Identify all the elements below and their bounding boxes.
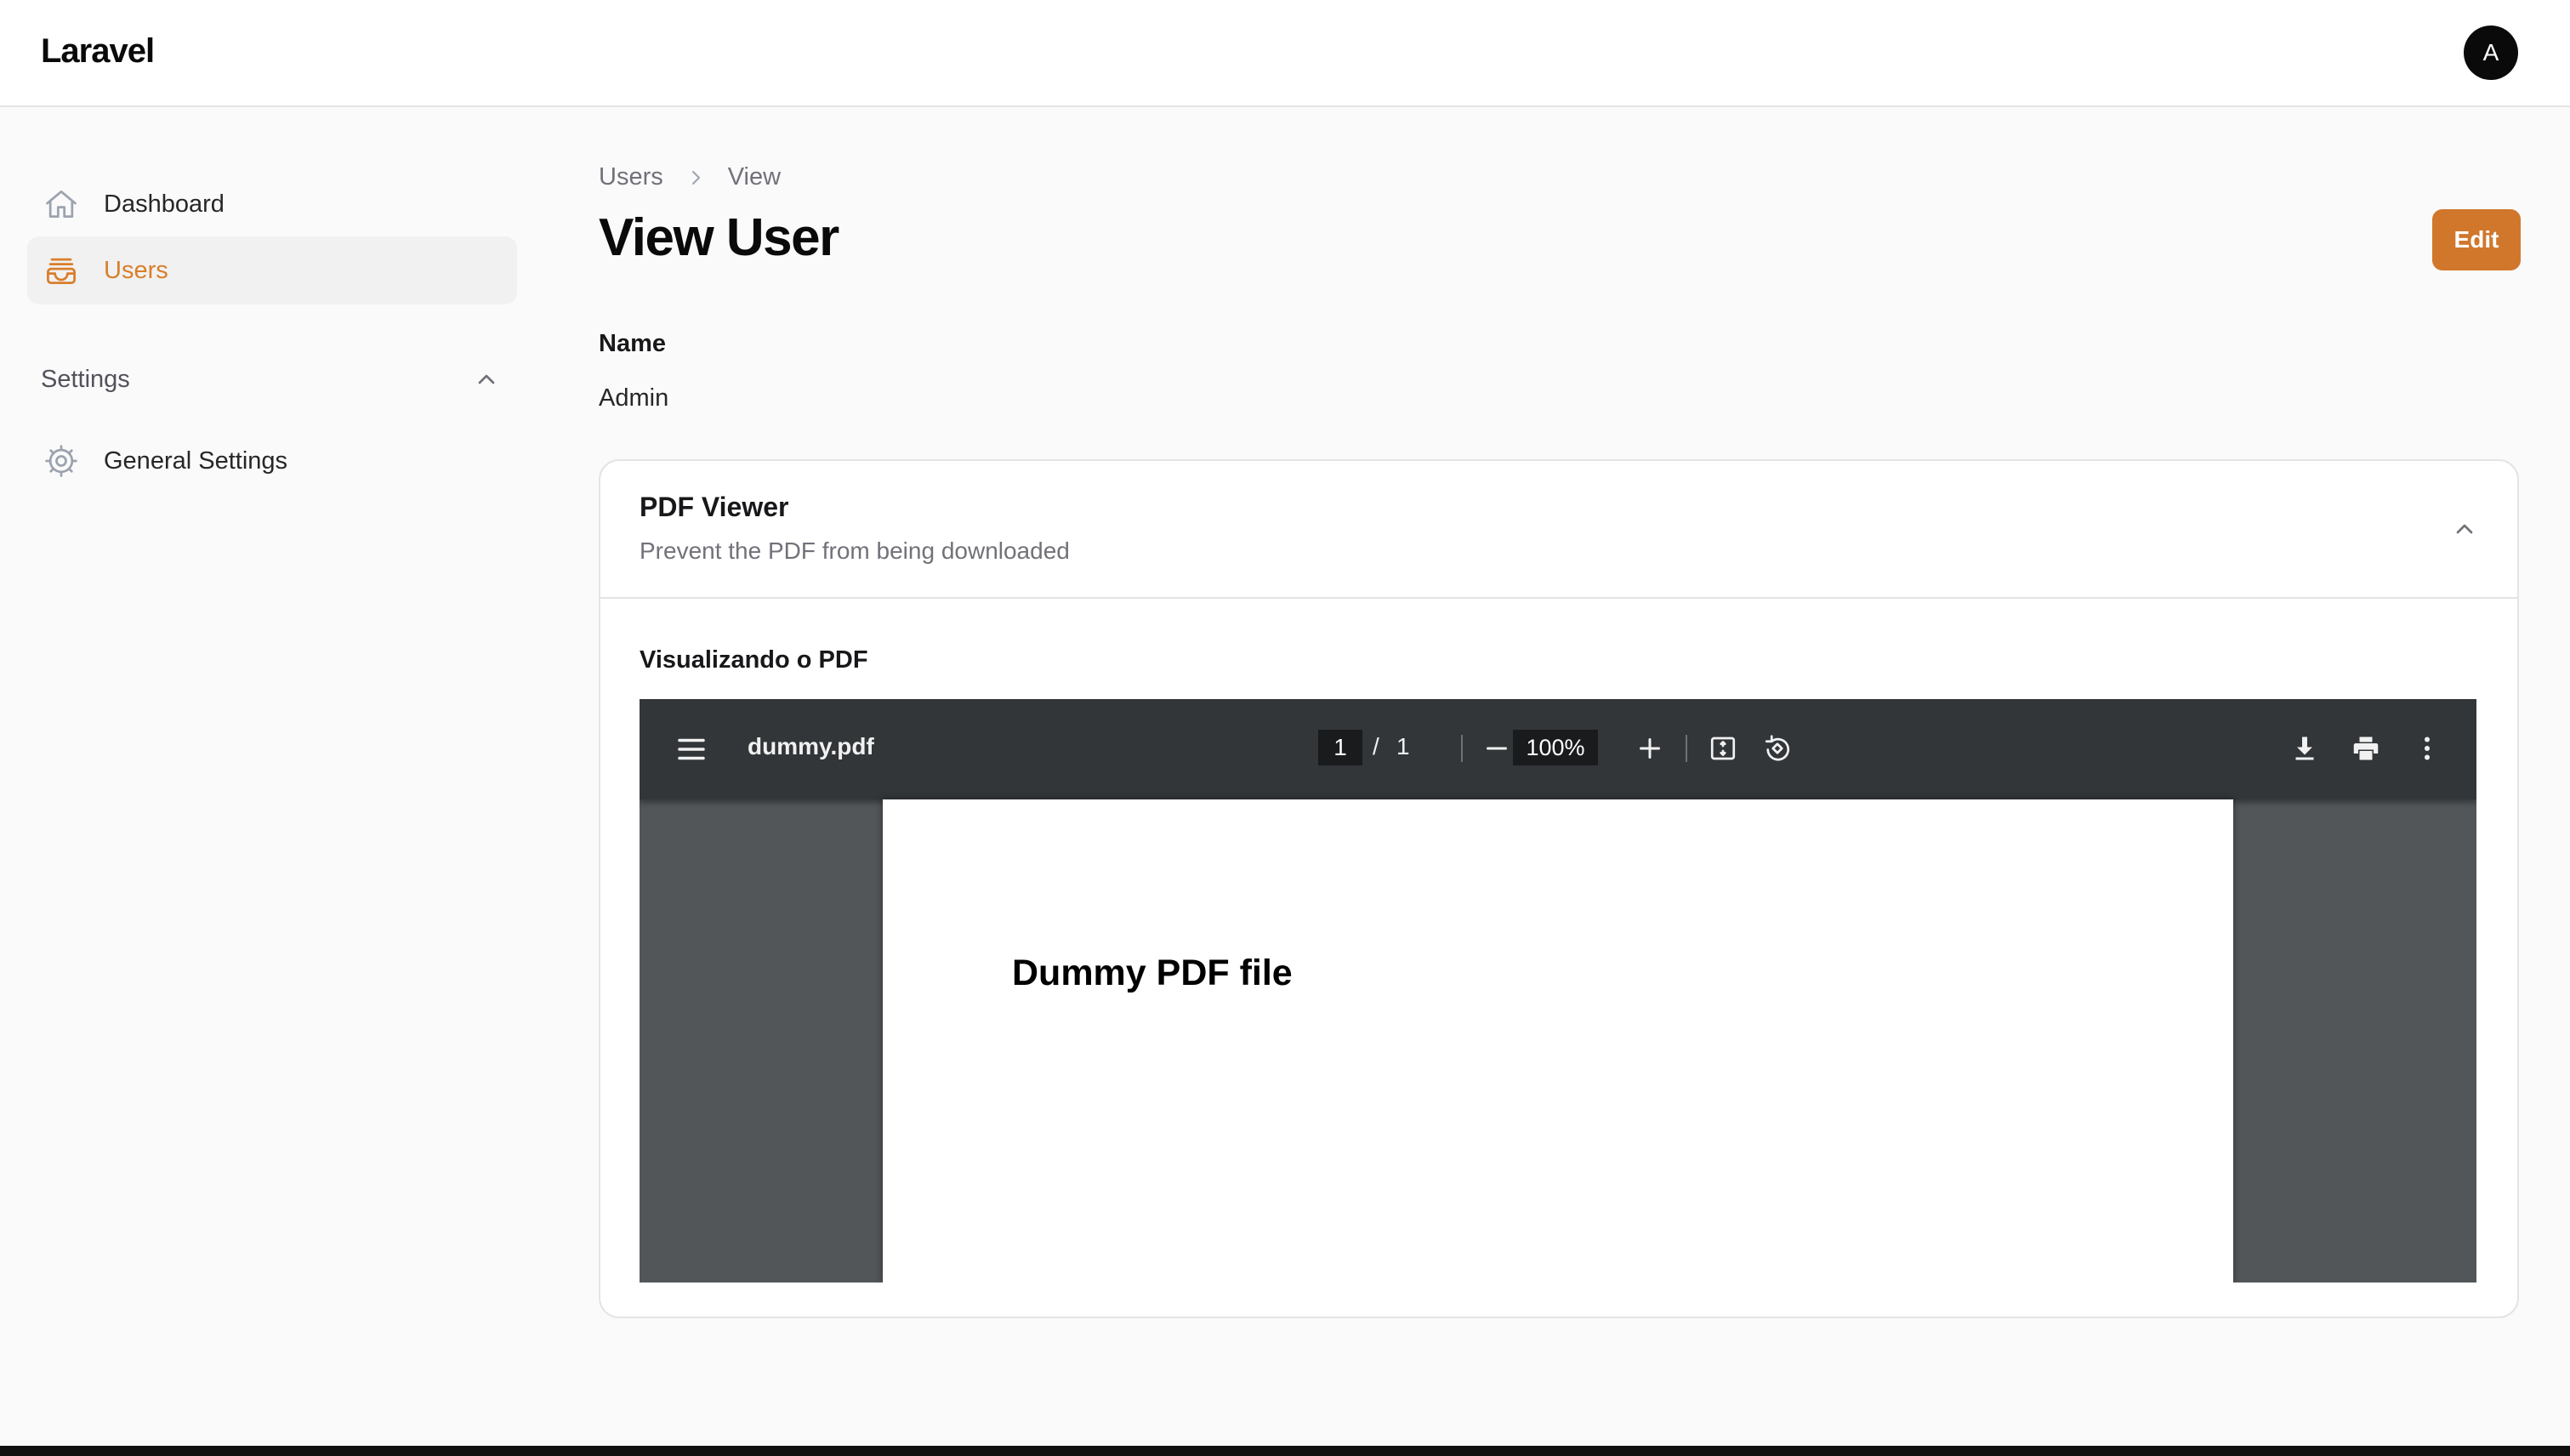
page-title: View User: [599, 208, 839, 267]
more-options-icon[interactable]: [2412, 733, 2442, 764]
cog-icon: [45, 445, 77, 477]
page-number-input[interactable]: [1318, 730, 1362, 765]
chevron-up-icon[interactable]: [473, 366, 500, 393]
field-name-label: Name: [599, 330, 666, 357]
edit-button[interactable]: Edit: [2432, 209, 2521, 270]
fit-to-page-icon[interactable]: [1708, 733, 1738, 764]
section-title: PDF Viewer: [640, 492, 789, 522]
pdf-toolbar: dummy.pdf / 1: [640, 699, 2476, 799]
sidebar-item-users[interactable]: Users: [27, 236, 517, 304]
page-separator: /: [1373, 733, 1379, 759]
page-total: 1: [1396, 733, 1410, 759]
download-icon[interactable]: [2289, 733, 2320, 764]
section-description: Prevent the PDF from being downloaded: [640, 537, 1070, 564]
toolbar-divider: [1461, 735, 1463, 762]
top-bar: Laravel A: [0, 0, 2570, 107]
pdf-page: Dummy PDF file: [883, 799, 2233, 1283]
print-icon[interactable]: [2351, 733, 2381, 764]
sidebar-item-general-settings[interactable]: General Settings: [27, 427, 517, 495]
section-header[interactable]: PDF Viewer Prevent the PDF from being do…: [600, 461, 2517, 599]
zoom-out-icon[interactable]: [1481, 733, 1512, 764]
breadcrumb: Users View: [599, 163, 781, 191]
sidebar-item-label: Dashboard: [104, 190, 225, 218]
chevron-right-icon: [691, 170, 700, 185]
field-name-value: Admin: [599, 384, 669, 412]
zoom-in-icon[interactable]: [1635, 733, 1665, 764]
window-bottom-edge: [0, 1446, 2570, 1456]
zoom-input[interactable]: [1513, 730, 1598, 765]
sidebar-item-label: Users: [104, 256, 168, 284]
user-avatar[interactable]: A: [2464, 26, 2518, 80]
inbox-stack-icon: [47, 258, 76, 285]
pdf-filename: dummy.pdf: [748, 733, 874, 759]
toolbar-divider: [1686, 735, 1687, 762]
breadcrumb-current: View: [727, 163, 782, 191]
sidebar-group-settings-label: Settings: [41, 366, 130, 393]
sidebar: Dashboard Users Settings General Setting…: [0, 107, 544, 1456]
sidebar-item-label: General Settings: [104, 446, 288, 475]
viewer-label: Visualizando o PDF: [640, 646, 868, 674]
brand-logo[interactable]: Laravel: [41, 32, 155, 71]
menu-icon[interactable]: [674, 731, 709, 767]
home-icon: [46, 190, 77, 219]
breadcrumb-users-link[interactable]: Users: [599, 163, 663, 191]
pdf-document-heading: Dummy PDF file: [1012, 953, 1293, 993]
pdf-viewer[interactable]: dummy.pdf / 1 Dummy PDF file: [640, 699, 2476, 1283]
sidebar-item-dashboard[interactable]: Dashboard: [27, 170, 517, 238]
pdf-viewer-section: PDF Viewer Prevent the PDF from being do…: [599, 459, 2519, 1318]
chevron-up-icon[interactable]: [2451, 515, 2478, 543]
rotate-icon[interactable]: [1762, 733, 1793, 764]
